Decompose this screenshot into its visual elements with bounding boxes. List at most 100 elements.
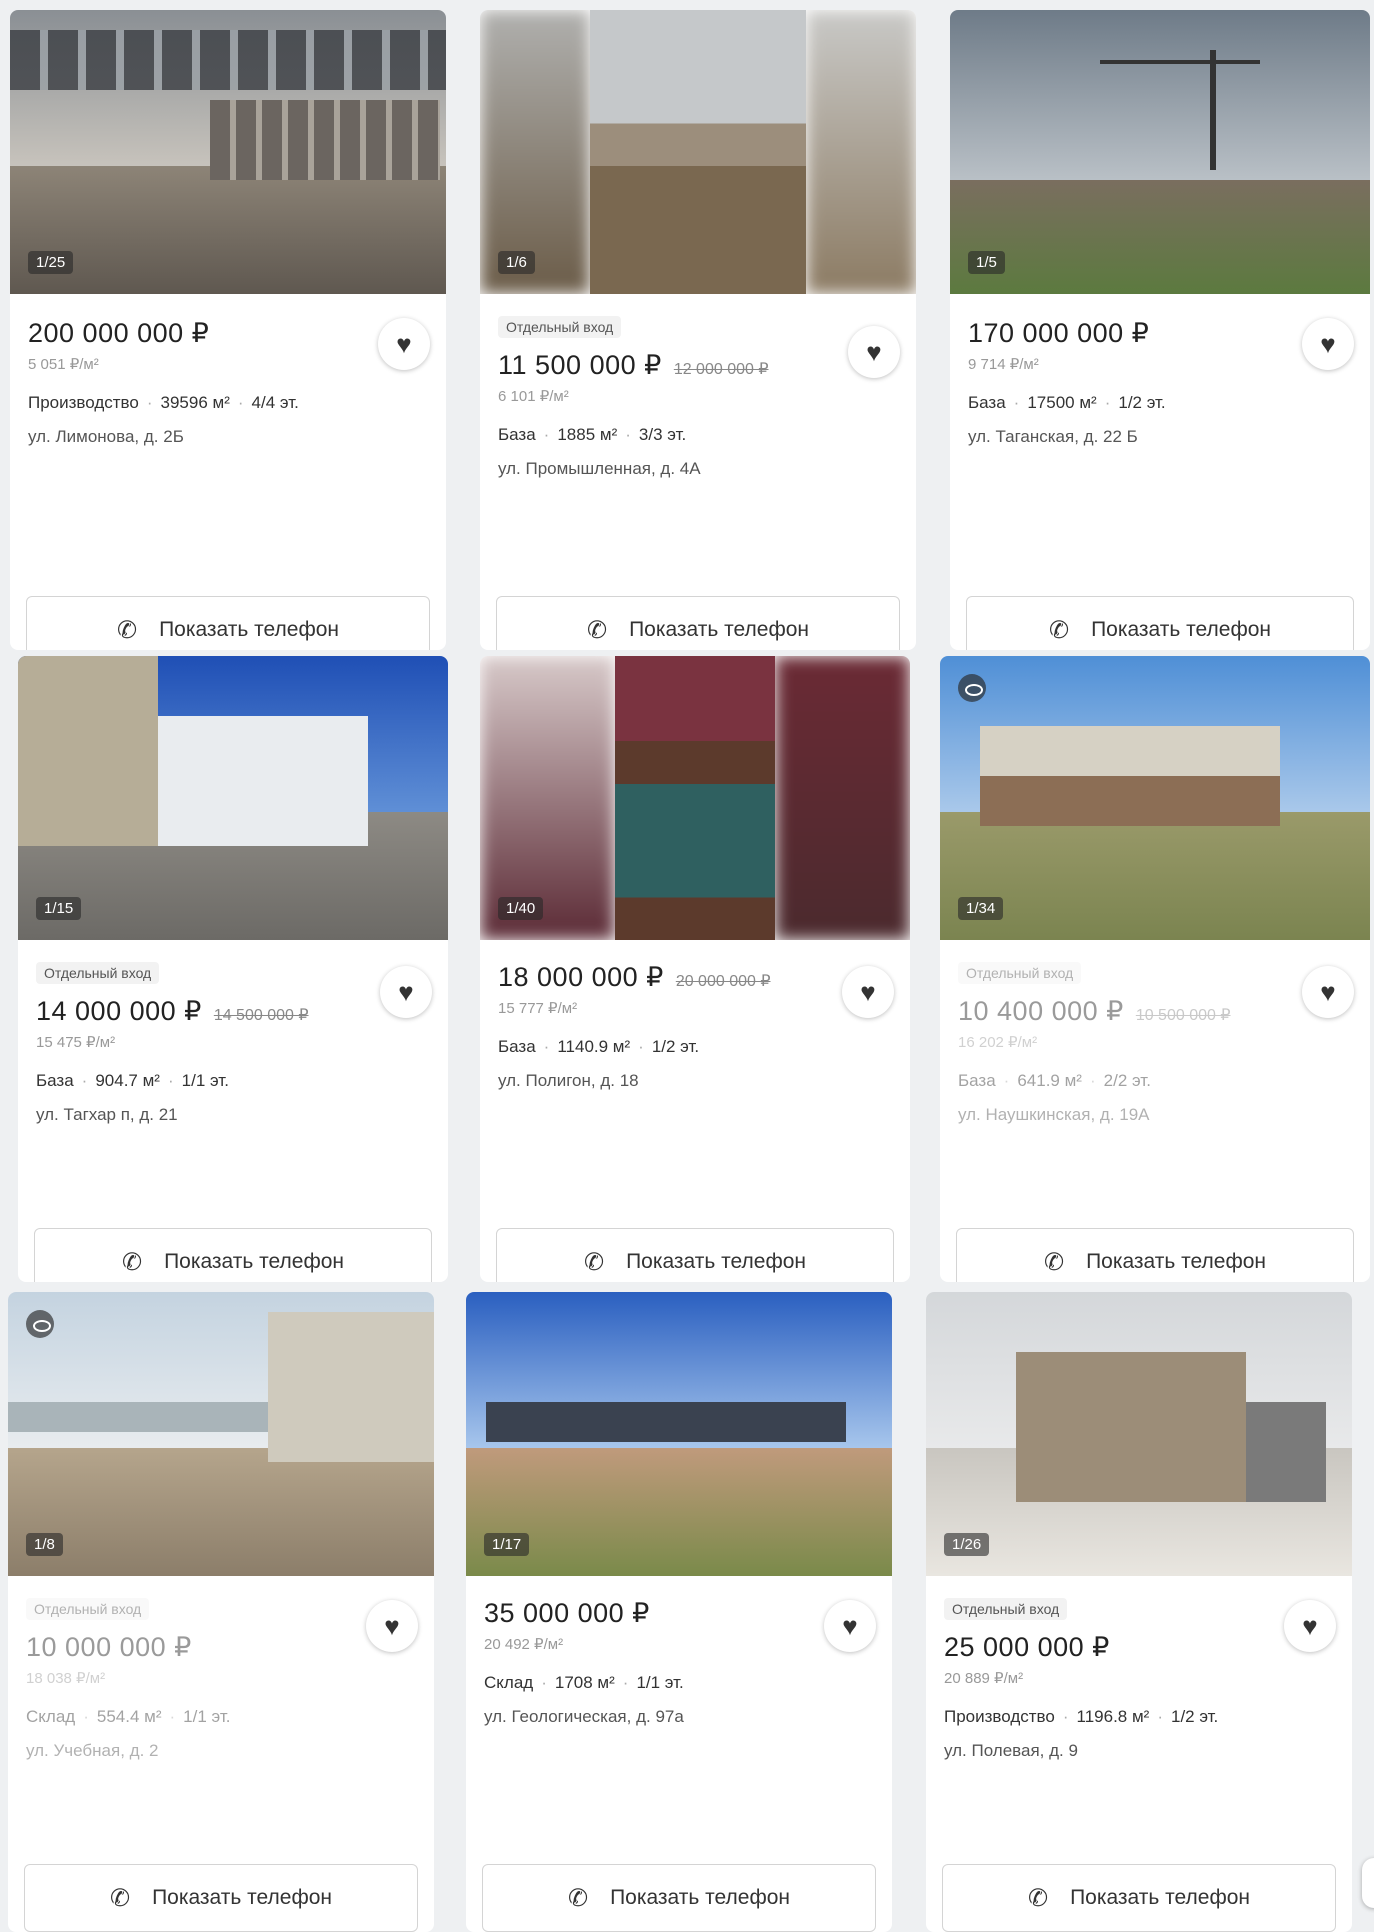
property-type: Склад xyxy=(26,1707,76,1726)
listing-photo[interactable]: 1/40 xyxy=(480,656,910,940)
property-type: Склад xyxy=(484,1673,534,1692)
property-type: База xyxy=(958,1071,996,1090)
separate-entrance-badge: Отдельный вход xyxy=(944,1598,1068,1620)
property-meta: База · 1140.9 м² · 1/2 эт. xyxy=(498,1037,700,1056)
listing-card[interactable]: 1/15 ♥ Отдельный вход 14 000 000 ₽14 500… xyxy=(18,656,448,1282)
price: 35 000 000 ₽ xyxy=(484,1598,650,1628)
separate-entrance-badge: Отдельный вход xyxy=(958,962,1082,984)
phone-icon: ✆ xyxy=(1048,616,1070,644)
price-per-meter: 20 889 ₽/м² xyxy=(944,1670,1024,1687)
property-floor: 4/4 эт. xyxy=(251,393,299,412)
phone-icon: ✆ xyxy=(109,1884,131,1912)
show-phone-button[interactable]: ✆ Показать телефон xyxy=(942,1864,1336,1932)
photo-counter: 1/34 xyxy=(958,897,1004,920)
property-meta: База · 1885 м² · 3/3 эт. xyxy=(498,425,687,444)
show-phone-button[interactable]: ✆ Показать телефон xyxy=(956,1228,1354,1282)
eye-icon xyxy=(958,674,986,702)
property-floor: 1/1 эт. xyxy=(181,1071,229,1090)
show-phone-label: Показать телефон xyxy=(610,1886,791,1909)
show-phone-button[interactable]: ✆ Показать телефон xyxy=(496,1228,894,1282)
show-phone-button[interactable]: ✆ Показать телефон xyxy=(966,596,1354,650)
address: ул. Наушкинская, д. 19А xyxy=(958,1105,1150,1124)
price-per-meter: 15 475 ₽/м² xyxy=(36,1034,116,1051)
property-type: База xyxy=(968,393,1006,412)
price: 10 000 000 ₽ xyxy=(26,1632,192,1662)
price: 14 000 000 ₽ xyxy=(36,996,202,1026)
listing-card[interactable]: 1/8 ♥ Отдельный вход 10 000 000 ₽ 18 038… xyxy=(8,1292,434,1932)
property-area: 1708 м² xyxy=(554,1673,615,1692)
listing-photo[interactable]: 1/15 xyxy=(18,656,448,940)
listing-card[interactable]: 1/25 ♥ 200 000 000 ₽ 5 051 ₽/м² Производ… xyxy=(10,10,446,650)
address: ул. Промышленная, д. 4А xyxy=(498,459,701,478)
listing-card[interactable]: 1/6 ♥ Отдельный вход 11 500 000 ₽12 000 … xyxy=(480,10,916,650)
property-floor: 2/2 эт. xyxy=(1103,1071,1151,1090)
property-meta: База · 641.9 м² · 2/2 эт. xyxy=(958,1071,1151,1090)
old-price: 20 000 000 ₽ xyxy=(675,973,771,990)
price: 11 500 000 ₽ xyxy=(498,350,662,380)
carousel-next-handle[interactable] xyxy=(1362,1858,1374,1908)
property-meta: База · 17500 м² · 1/2 эт. xyxy=(968,393,1166,412)
listing-card[interactable]: 1/40 ♥ 18 000 000 ₽20 000 000 ₽ 15 777 ₽… xyxy=(480,656,910,1282)
show-phone-label: Показать телефон xyxy=(1070,1886,1251,1909)
property-area: 1885 м² xyxy=(557,425,618,444)
property-meta: База · 904.7 м² · 1/1 эт. xyxy=(36,1071,229,1090)
property-floor: 1/2 эт. xyxy=(651,1037,700,1056)
show-phone-label: Показать телефон xyxy=(626,1250,807,1273)
property-meta: Склад · 1708 м² · 1/1 эт. xyxy=(484,1673,684,1692)
show-phone-label: Показать телефон xyxy=(152,1886,333,1909)
price-per-meter: 5 051 ₽/м² xyxy=(28,356,99,373)
photo-counter: 1/6 xyxy=(498,251,535,274)
show-phone-button[interactable]: ✆ Показать телефон xyxy=(26,596,430,650)
separate-entrance-badge: Отдельный вход xyxy=(498,316,622,338)
show-phone-button[interactable]: ✆ Показать телефон xyxy=(496,596,900,650)
show-phone-label: Показать телефон xyxy=(159,618,340,641)
property-area: 1140.9 м² xyxy=(557,1037,631,1056)
property-meta: Производство · 39596 м² · 4/4 эт. xyxy=(28,393,299,412)
listing-photo[interactable]: 1/25 xyxy=(10,10,446,294)
listing-card[interactable]: 1/26 ♥ Отдельный вход 25 000 000 ₽ 20 88… xyxy=(926,1292,1352,1932)
property-floor: 3/3 эт. xyxy=(638,425,687,444)
listing-grid: 1/25 ♥ 200 000 000 ₽ 5 051 ₽/м² Производ… xyxy=(0,0,1374,1932)
property-area: 904.7 м² xyxy=(95,1071,160,1090)
listing-photo[interactable]: 1/17 xyxy=(466,1292,892,1576)
listing-card[interactable]: 1/34 ♥ Отдельный вход 10 400 000 ₽10 500… xyxy=(940,656,1370,1282)
old-price: 12 000 000 ₽ xyxy=(673,361,769,378)
address: ул. Полевая, д. 9 xyxy=(944,1741,1078,1760)
property-type: База xyxy=(498,425,536,444)
listing-photo[interactable]: 1/34 xyxy=(940,656,1370,940)
show-phone-button[interactable]: ✆ Показать телефон xyxy=(34,1228,432,1282)
price: 25 000 000 ₽ xyxy=(944,1632,1110,1662)
price: 10 400 000 ₽ xyxy=(958,996,1124,1026)
property-type: Производство xyxy=(28,393,139,412)
show-phone-label: Показать телефон xyxy=(164,1250,345,1273)
property-type: База xyxy=(36,1071,74,1090)
property-area: 17500 м² xyxy=(1027,393,1097,412)
price: 170 000 000 ₽ xyxy=(968,318,1150,348)
old-price: 10 500 000 ₽ xyxy=(1135,1007,1231,1024)
listing-photo[interactable]: 1/26 xyxy=(926,1292,1352,1576)
show-phone-button[interactable]: ✆ Показать телефон xyxy=(482,1864,876,1932)
listing-photo[interactable]: 1/8 xyxy=(8,1292,434,1576)
phone-icon: ✆ xyxy=(1043,1248,1065,1276)
separate-entrance-badge: Отдельный вход xyxy=(26,1598,150,1620)
price-per-meter: 6 101 ₽/м² xyxy=(498,388,569,405)
price-per-meter: 16 202 ₽/м² xyxy=(958,1034,1038,1051)
address: ул. Полигон, д. 18 xyxy=(498,1071,639,1090)
property-meta: Склад · 554.4 м² · 1/1 эт. xyxy=(26,1707,231,1726)
listing-photo[interactable]: 1/5 xyxy=(950,10,1370,294)
phone-icon: ✆ xyxy=(121,1248,143,1276)
photo-counter: 1/5 xyxy=(968,251,1005,274)
photo-counter: 1/17 xyxy=(484,1533,530,1556)
phone-icon: ✆ xyxy=(1027,1884,1049,1912)
show-phone-button[interactable]: ✆ Показать телефон xyxy=(24,1864,418,1932)
property-floor: 1/2 эт. xyxy=(1171,1707,1219,1726)
phone-icon: ✆ xyxy=(567,1884,589,1912)
property-type: Производство xyxy=(944,1707,1055,1726)
photo-counter: 1/8 xyxy=(26,1533,63,1556)
listing-card[interactable]: 1/5 ♥ 170 000 000 ₽ 9 714 ₽/м² База · 1750… xyxy=(950,10,1370,650)
listing-card[interactable]: 1/17 ♥ 35 000 000 ₽ 20 492 ₽/м² Склад · 17… xyxy=(466,1292,892,1932)
property-floor: 1/1 эт. xyxy=(183,1707,231,1726)
listing-photo[interactable]: 1/6 xyxy=(480,10,916,294)
property-floor: 1/2 эт. xyxy=(1118,393,1166,412)
address: ул. Таганская, д. 22 Б xyxy=(968,427,1138,446)
